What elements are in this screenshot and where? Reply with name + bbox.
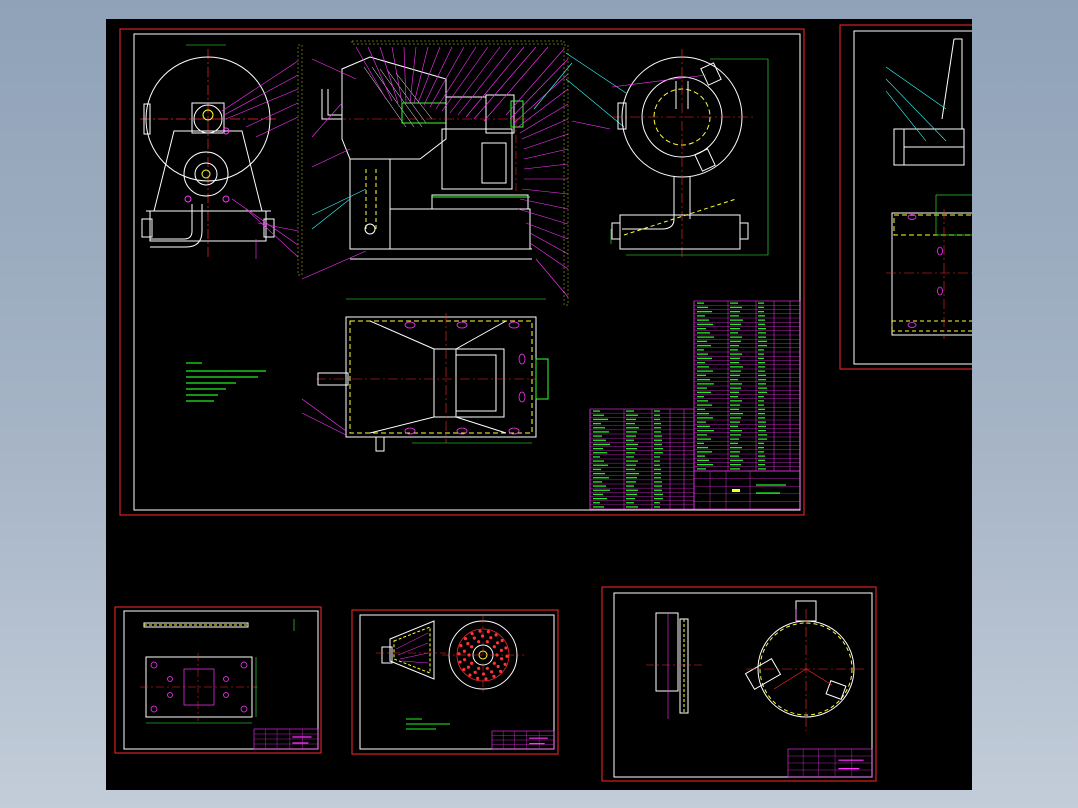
disc-detail-sheet[interactable]	[351, 609, 559, 755]
side-view	[571, 49, 769, 259]
title-block	[491, 730, 555, 750]
front-view	[140, 44, 276, 259]
parts-list	[589, 300, 801, 510]
plate-edge	[143, 619, 295, 631]
title-block	[253, 728, 319, 750]
sheet-border	[123, 610, 319, 750]
section-view	[321, 56, 532, 260]
sheet-frame	[839, 24, 972, 370]
sheet-border	[853, 30, 972, 365]
housing-round	[744, 600, 866, 731]
disc-notes	[406, 718, 450, 730]
plate-detail-sheet[interactable]	[114, 606, 322, 754]
sheet-frame	[119, 28, 805, 516]
sheet-border	[359, 614, 555, 750]
cad-drawing-canvas[interactable]	[106, 19, 972, 790]
top-view	[301, 298, 549, 452]
housing-side	[646, 612, 702, 719]
sheet-border	[613, 592, 873, 778]
plate-top	[140, 653, 258, 724]
perforated-disc	[442, 615, 524, 695]
partial-right-sheet[interactable]	[839, 24, 972, 370]
frame-detail	[885, 38, 972, 339]
drawing-svg	[114, 24, 972, 782]
main-assembly-sheet[interactable]	[119, 28, 805, 516]
technical-notes	[186, 362, 266, 402]
front-view-leaders	[221, 60, 299, 258]
sheet-frame	[351, 609, 559, 755]
housing-detail-sheet[interactable]	[601, 586, 877, 782]
cone-section	[376, 620, 446, 680]
balloon-tick-row	[297, 40, 569, 306]
title-block	[787, 748, 873, 778]
